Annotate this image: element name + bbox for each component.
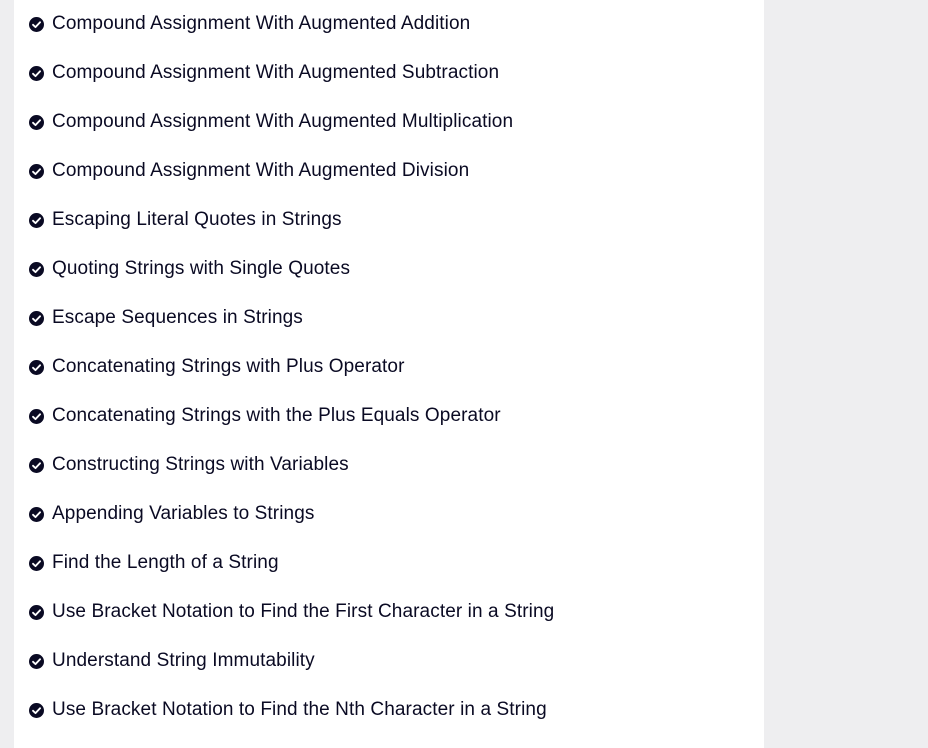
challenge-item[interactable]: Compound Assignment With Augmented Multi… bbox=[14, 107, 513, 137]
challenge-item[interactable]: Compound Assignment With Augmented Divis… bbox=[14, 156, 469, 186]
check-circle-icon bbox=[29, 653, 44, 669]
check-circle-icon bbox=[29, 555, 44, 571]
challenge-item[interactable]: Constructing Strings with Variables bbox=[14, 450, 349, 480]
challenge-item[interactable]: Concatenating Strings with Plus Operator bbox=[14, 352, 405, 382]
challenge-title: Understand String Immutability bbox=[52, 650, 315, 671]
check-circle-icon bbox=[29, 114, 44, 130]
challenge-item[interactable]: Find the Length of a String bbox=[14, 548, 279, 578]
check-circle-icon bbox=[29, 261, 44, 277]
check-circle-icon bbox=[29, 16, 44, 32]
challenge-title: Use Bracket Notation to Find the First C… bbox=[52, 601, 555, 622]
check-circle-icon bbox=[29, 212, 44, 228]
challenge-item[interactable]: Appending Variables to Strings bbox=[14, 499, 314, 529]
challenge-item[interactable]: Understand String Immutability bbox=[14, 646, 315, 676]
challenge-item[interactable]: Compound Assignment With Augmented Addit… bbox=[14, 9, 470, 39]
challenge-item[interactable]: Use Bracket Notation to Find the Nth Cha… bbox=[14, 695, 547, 725]
challenge-title: Appending Variables to Strings bbox=[52, 503, 315, 524]
check-circle-icon bbox=[29, 163, 44, 179]
check-circle-icon bbox=[29, 359, 44, 375]
challenge-title: Compound Assignment With Augmented Subtr… bbox=[52, 62, 500, 83]
check-circle-icon bbox=[29, 457, 44, 473]
check-circle-icon bbox=[29, 702, 44, 718]
challenge-item[interactable]: Escape Sequences in Strings bbox=[14, 303, 303, 333]
challenge-title: Compound Assignment With Augmented Addit… bbox=[52, 13, 471, 34]
challenge-item[interactable]: Escaping Literal Quotes in Strings bbox=[14, 205, 342, 235]
challenge-title: Concatenating Strings with Plus Operator bbox=[52, 356, 405, 377]
check-circle-icon bbox=[29, 65, 44, 81]
check-circle-icon bbox=[29, 310, 44, 326]
challenge-item[interactable]: Concatenating Strings with the Plus Equa… bbox=[14, 401, 501, 431]
challenge-title: Compound Assignment With Augmented Divis… bbox=[52, 160, 470, 181]
challenge-title: Quoting Strings with Single Quotes bbox=[52, 258, 351, 279]
check-circle-icon bbox=[29, 408, 44, 424]
check-circle-icon bbox=[29, 506, 44, 522]
challenge-title: Escaping Literal Quotes in Strings bbox=[52, 209, 342, 230]
challenge-title: Compound Assignment With Augmented Multi… bbox=[52, 111, 514, 132]
challenge-title: Constructing Strings with Variables bbox=[52, 454, 349, 475]
challenge-title: Escape Sequences in Strings bbox=[52, 307, 303, 328]
challenge-item[interactable]: Compound Assignment With Augmented Subtr… bbox=[14, 58, 499, 88]
challenge-title: Find the Length of a String bbox=[52, 552, 279, 573]
check-circle-icon bbox=[29, 604, 44, 620]
challenge-item[interactable]: Quoting Strings with Single Quotes bbox=[14, 254, 350, 284]
challenge-title: Concatenating Strings with the Plus Equa… bbox=[52, 405, 501, 426]
challenge-list-panel: Compound Assignment With Augmented Addit… bbox=[14, 0, 764, 748]
challenge-title: Use Bracket Notation to Find the Nth Cha… bbox=[52, 699, 547, 720]
challenge-item[interactable]: Use Bracket Notation to Find the First C… bbox=[14, 597, 554, 627]
